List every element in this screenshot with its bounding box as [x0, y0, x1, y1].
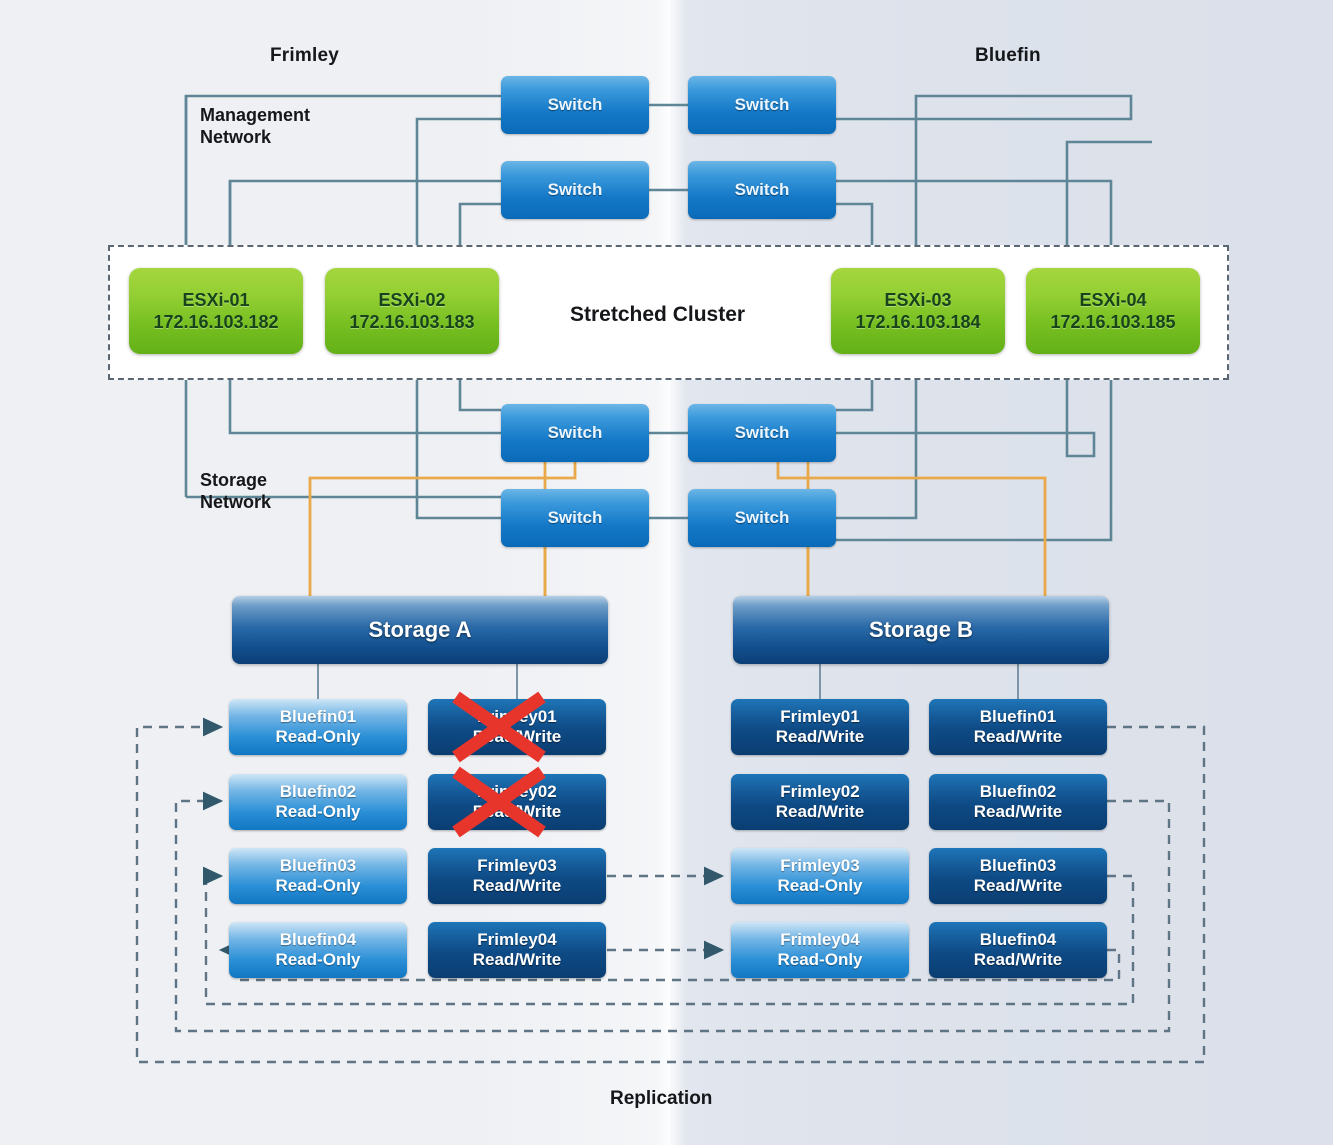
- lun-name: Bluefin03: [979, 855, 1057, 875]
- esxi-host-name: ESXi-04: [1079, 289, 1147, 310]
- lun-name: Frimley02: [477, 781, 557, 801]
- lun-lun-a-bluefin03[interactable]: Bluefin03 Read-Only: [229, 848, 407, 904]
- lun-lun-b-bluefin03[interactable]: Bluefin03 Read/Write: [929, 848, 1107, 904]
- esxi-host-name: ESXi-03: [884, 289, 952, 310]
- lun-access-mode: Read/Write: [973, 802, 1063, 821]
- site-label-bluefin: Bluefin: [975, 45, 1041, 66]
- lun-lun-b-bluefin04[interactable]: Bluefin04 Read/Write: [929, 922, 1107, 978]
- lun-access-mode: Read-Only: [275, 727, 361, 746]
- lun-access-mode: Read/Write: [973, 727, 1063, 746]
- esxi-host-name: ESXi-01: [182, 289, 250, 310]
- esxi-host-ip: 172.16.103.183: [349, 312, 475, 332]
- storage-network-label: Storage Network: [200, 470, 271, 514]
- esxi-host-esxi-04[interactable]: ESXi-04 172.16.103.185: [1026, 268, 1200, 354]
- lun-name: Bluefin02: [279, 781, 357, 801]
- switch-mgmt-sw-frimley-1[interactable]: Switch: [501, 76, 649, 134]
- esxi-host-ip: 172.16.103.184: [855, 312, 981, 332]
- lun-name: Bluefin04: [279, 929, 357, 949]
- lun-access-mode: Read-Only: [777, 876, 863, 895]
- lun-lun-a-frimley04[interactable]: Frimley04 Read/Write: [428, 922, 606, 978]
- esxi-host-ip: 172.16.103.182: [153, 312, 279, 332]
- management-network-label-line2: Network: [200, 126, 272, 147]
- connection-lines: [135, 94, 1206, 1064]
- lun-access-mode: Read-Only: [777, 950, 863, 969]
- lun-lun-b-bluefin02[interactable]: Bluefin02 Read/Write: [929, 774, 1107, 830]
- management-network-label: Management Network: [200, 105, 310, 149]
- esxi-host-esxi-02[interactable]: ESXi-02 172.16.103.183: [325, 268, 499, 354]
- lun-name: Frimley03: [780, 855, 860, 875]
- switch-stor-sw-bluefin-2[interactable]: Switch: [688, 489, 836, 547]
- switch-stor-sw-frimley-2[interactable]: Switch: [501, 489, 649, 547]
- switch-label: Switch: [547, 508, 603, 527]
- lun-access-mode: Read/Write: [472, 802, 562, 821]
- lun-access-mode: Read/Write: [775, 802, 865, 821]
- lun-name: Frimley04: [477, 929, 557, 949]
- lun-name: Frimley03: [477, 855, 557, 875]
- lun-name: Bluefin01: [279, 706, 357, 726]
- switch-stor-sw-bluefin-1[interactable]: Switch: [688, 404, 836, 462]
- management-network-label-line1: Management: [200, 105, 311, 125]
- storage-array-storage-b[interactable]: Storage B: [733, 596, 1109, 664]
- lun-name: Frimley04: [780, 929, 860, 949]
- lun-access-mode: Read/Write: [973, 950, 1063, 969]
- lun-access-mode: Read-Only: [275, 802, 361, 821]
- esxi-host-ip: 172.16.103.185: [1050, 312, 1176, 332]
- lun-name: Frimley01: [477, 706, 557, 726]
- switch-label: Switch: [734, 180, 790, 199]
- switch-label: Switch: [734, 423, 790, 442]
- lun-lun-a-bluefin02[interactable]: Bluefin02 Read-Only: [229, 774, 407, 830]
- storage-network-label-line1: Storage: [200, 470, 268, 490]
- switch-mgmt-sw-bluefin-2[interactable]: Switch: [688, 161, 836, 219]
- lun-lun-a-bluefin04[interactable]: Bluefin04 Read-Only: [229, 922, 407, 978]
- lun-lun-b-bluefin01[interactable]: Bluefin01 Read/Write: [929, 699, 1107, 755]
- lun-access-mode: Read-Only: [275, 876, 361, 895]
- lun-access-mode: Read/Write: [472, 876, 562, 895]
- lun-lun-b-frimley02[interactable]: Frimley02 Read/Write: [731, 774, 909, 830]
- switch-mgmt-sw-frimley-2[interactable]: Switch: [501, 161, 649, 219]
- lun-name: Frimley02: [780, 781, 860, 801]
- lun-access-mode: Read/Write: [472, 950, 562, 969]
- lun-lun-a-frimley03[interactable]: Frimley03 Read/Write: [428, 848, 606, 904]
- lun-access-mode: Read/Write: [472, 727, 562, 746]
- lun-name: Bluefin04: [979, 929, 1057, 949]
- storage-array-storage-a[interactable]: Storage A: [232, 596, 608, 664]
- diagram-canvas: Frimley Bluefin Management Network Stora…: [0, 0, 1333, 1145]
- lun-lun-a-bluefin01[interactable]: Bluefin01 Read-Only: [229, 699, 407, 755]
- storage-array-label: Storage B: [869, 617, 973, 642]
- esxi-host-esxi-03[interactable]: ESXi-03 172.16.103.184: [831, 268, 1005, 354]
- stretched-cluster-label: Stretched Cluster: [570, 303, 746, 326]
- switch-label: Switch: [734, 95, 790, 114]
- lun-lun-a-frimley02[interactable]: Frimley02 Read/Write: [428, 774, 606, 830]
- lun-name: Bluefin01: [979, 706, 1057, 726]
- lun-lun-b-frimley01[interactable]: Frimley01 Read/Write: [731, 699, 909, 755]
- switch-label: Switch: [547, 423, 603, 442]
- switch-mgmt-sw-bluefin-1[interactable]: Switch: [688, 76, 836, 134]
- lun-name: Frimley01: [780, 706, 860, 726]
- storage-array-label: Storage A: [368, 617, 472, 642]
- lun-name: Bluefin03: [279, 855, 357, 875]
- lun-lun-a-frimley01[interactable]: Frimley01 Read/Write: [428, 699, 606, 755]
- lun-lun-b-frimley04[interactable]: Frimley04 Read-Only: [731, 922, 909, 978]
- storage-network-label-line2: Network: [200, 491, 272, 512]
- site-label-frimley: Frimley: [270, 45, 339, 66]
- switch-stor-sw-frimley-1[interactable]: Switch: [501, 404, 649, 462]
- lun-access-mode: Read/Write: [775, 727, 865, 746]
- lun-lun-b-frimley03[interactable]: Frimley03 Read-Only: [731, 848, 909, 904]
- switch-label: Switch: [734, 508, 790, 527]
- esxi-host-name: ESXi-02: [378, 289, 446, 310]
- switch-label: Switch: [547, 180, 603, 199]
- switch-label: Switch: [547, 95, 603, 114]
- lun-access-mode: Read/Write: [973, 876, 1063, 895]
- esxi-host-esxi-01[interactable]: ESXi-01 172.16.103.182: [129, 268, 303, 354]
- lun-name: Bluefin02: [979, 781, 1057, 801]
- replication-label: Replication: [610, 1088, 713, 1109]
- lun-access-mode: Read-Only: [275, 950, 361, 969]
